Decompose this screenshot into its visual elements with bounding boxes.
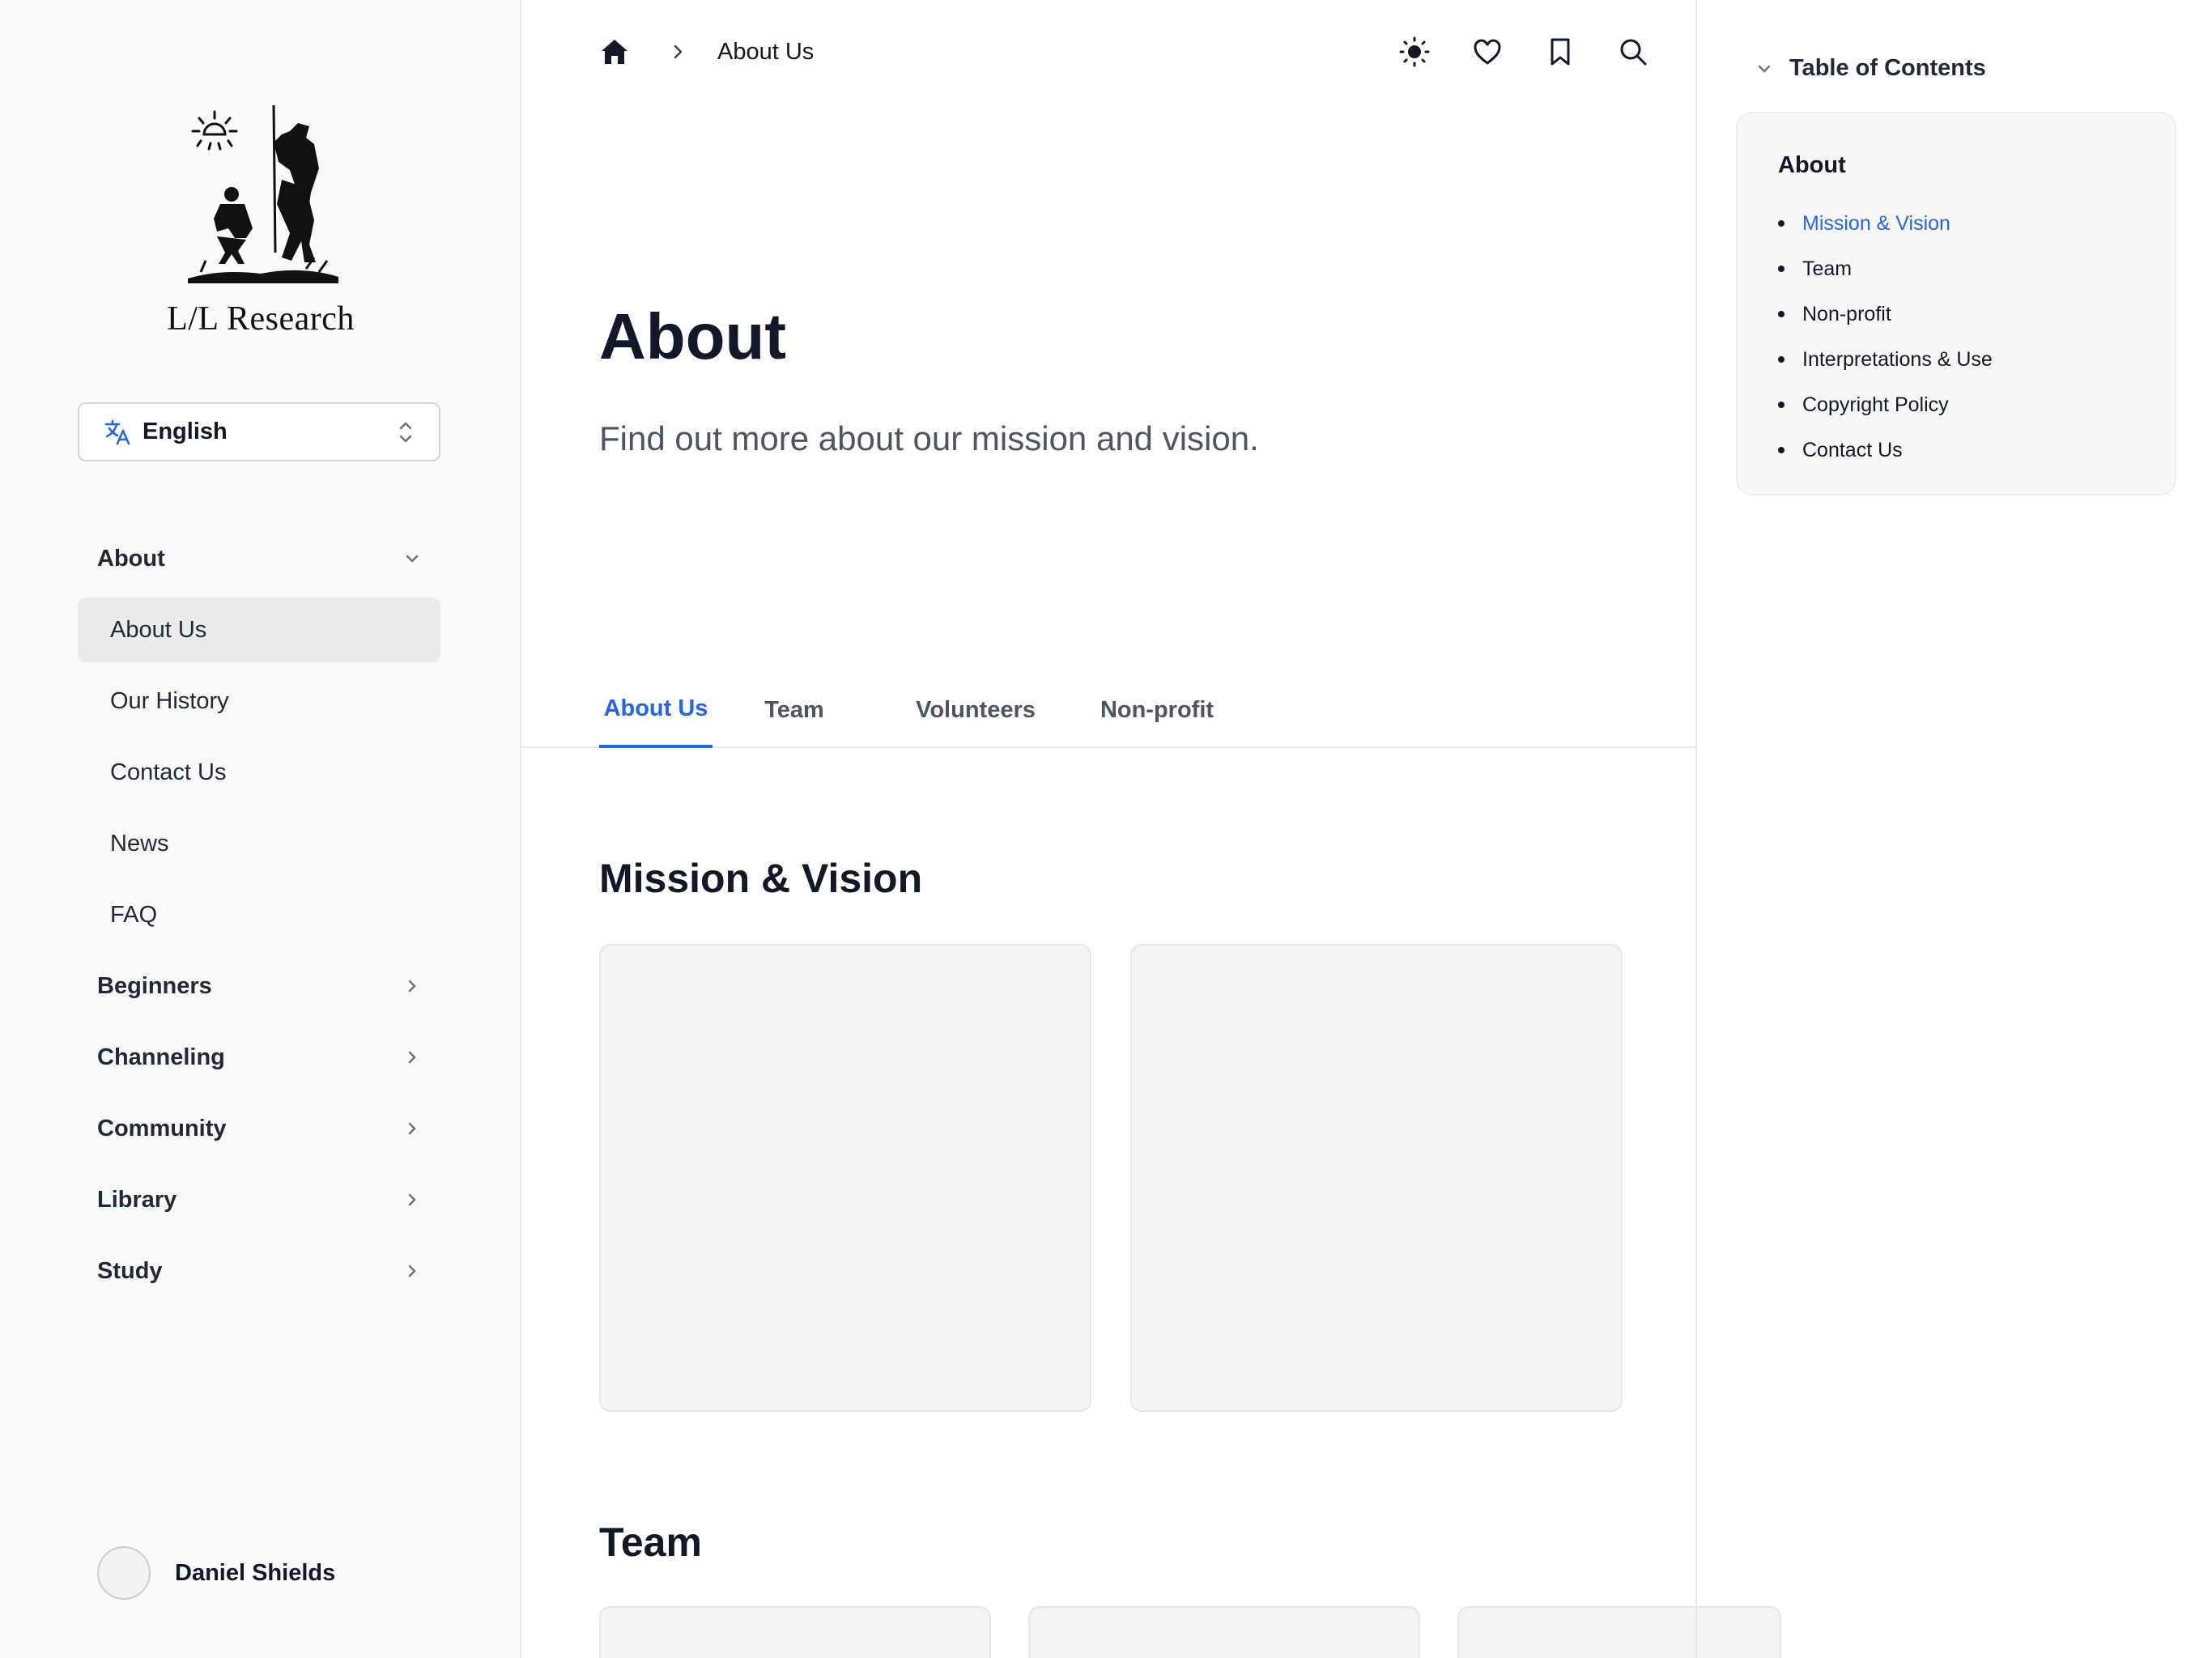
language-select[interactable]: English (78, 402, 440, 461)
sidebar-item-faq[interactable]: FAQ (78, 882, 440, 947)
sidebar-item-label: News (110, 830, 169, 857)
toc-item-team[interactable]: Team (1778, 246, 1993, 291)
sidebar-group-label: About (97, 545, 165, 572)
tab-bar: About Us Team Volunteers Non-profit (521, 672, 1695, 748)
sidebar-group-about[interactable]: About (78, 526, 440, 591)
card[interactable] (599, 944, 1091, 1412)
sidebar-item-label: Contact Us (110, 759, 227, 785)
tab-about-us[interactable]: About Us (599, 672, 713, 748)
toc-item-interpretations-use[interactable]: Interpretations & Use (1778, 337, 1993, 382)
sidebar-item-label: Our History (110, 687, 229, 714)
user-profile[interactable]: Daniel Shields (97, 1546, 335, 1600)
bullet (1778, 266, 1784, 272)
sidebar-group-label: Channeling (97, 1044, 225, 1070)
page-subtitle: Find out more about our mission and visi… (599, 419, 1259, 457)
sidebar-group-label: Study (97, 1257, 163, 1284)
user-name: Daniel Shields (175, 1559, 336, 1586)
bullet (1778, 356, 1784, 363)
sidebar-group-label: Community (97, 1115, 227, 1141)
tab-team[interactable]: Team (756, 672, 832, 748)
toc-item-label: Interpretations & Use (1802, 347, 1993, 371)
header-actions (1399, 36, 1652, 67)
toc-item-label: Team (1802, 257, 1853, 280)
app: L/L Research English About About Us Our … (0, 0, 2212, 1658)
sidebar-group-community[interactable]: Community (78, 1096, 440, 1161)
sidebar-item-label: About Us (110, 616, 207, 643)
chevron-right-icon (408, 1051, 416, 1064)
toc-item-copyright-policy[interactable]: Copyright Policy (1778, 382, 1993, 427)
sidebar-group-library[interactable]: Library (78, 1167, 440, 1232)
sidebar-item-label: FAQ (110, 901, 158, 928)
sidebar-group-label: Beginners (97, 972, 212, 999)
avatar[interactable] (97, 1546, 151, 1600)
toc-list: Mission & Vision Team Non-profit Interpr… (1778, 201, 1993, 473)
sidebar-group-beginners[interactable]: Beginners (78, 954, 440, 1018)
chevron-down-icon (1758, 65, 1771, 72)
bullet (1778, 402, 1784, 408)
sidebar-item-contact-us[interactable]: Contact Us (78, 740, 440, 805)
card[interactable] (599, 1606, 991, 1658)
toc-item-label: Contact Us (1802, 438, 1903, 461)
brand-name: L/L Research (167, 300, 355, 338)
toc-item-label: Mission & Vision (1802, 211, 1950, 235)
sidebar: L/L Research English About About Us Our … (0, 0, 521, 1658)
toc-toggle[interactable]: Table of Contents (1755, 55, 1986, 82)
toc-section-title: About (1778, 152, 1846, 178)
sidebar-nav: About About Us Our History Contact Us Ne… (78, 526, 440, 1310)
section-heading-team: Team (599, 1520, 702, 1565)
home-icon[interactable] (599, 36, 630, 67)
card[interactable] (1130, 944, 1623, 1412)
breadcrumb-current[interactable]: About Us (717, 39, 814, 66)
bookmark-icon[interactable] (1545, 36, 1576, 67)
table-of-contents: Table of Contents About Mission & Vision… (1695, 0, 2212, 1658)
search-icon[interactable] (1618, 36, 1648, 67)
bullet (1778, 447, 1784, 453)
chevron-right-icon (408, 1122, 416, 1135)
tab-non-profit[interactable]: Non-profit (1072, 672, 1242, 748)
bullet (1778, 311, 1784, 317)
toc-item-mission-vision[interactable]: Mission & Vision (1778, 201, 1993, 246)
toc-item-contact-us[interactable]: Contact Us (1778, 427, 1993, 473)
top-bar: About Us (599, 29, 1652, 74)
chevron-right-icon (408, 980, 416, 993)
sidebar-item-our-history[interactable]: Our History (78, 669, 440, 733)
toc-panel: About Mission & Vision Team Non-profit I… (1736, 112, 2176, 495)
heart-icon[interactable] (1472, 36, 1503, 67)
tab-volunteers[interactable]: Volunteers (891, 672, 1061, 748)
toc-item-non-profit[interactable]: Non-profit (1778, 291, 1993, 337)
don-quixote-logo[interactable] (185, 99, 338, 290)
page-title: About (599, 300, 787, 372)
chevron-right-icon (408, 1265, 416, 1278)
chevron-right-icon (674, 45, 683, 59)
section-heading-mission-vision: Mission & Vision (599, 856, 923, 901)
bullet (1778, 220, 1784, 227)
toc-item-label: Copyright Policy (1802, 393, 1949, 416)
toc-title: Table of Contents (1789, 55, 1986, 81)
chevron-down-icon (406, 555, 419, 563)
translate-icon (104, 419, 130, 444)
toc-item-label: Non-profit (1802, 302, 1891, 325)
sidebar-item-about-us[interactable]: About Us (78, 597, 440, 662)
card[interactable] (1028, 1606, 1420, 1658)
chevron-right-icon (408, 1193, 416, 1206)
main-content: About Us About Find out more about our m… (521, 0, 1781, 1658)
sidebar-group-label: Library (97, 1186, 177, 1213)
sun-icon[interactable] (1399, 36, 1430, 67)
language-value: English (143, 419, 228, 444)
chevron-up-down-icon (399, 422, 412, 442)
sidebar-group-channeling[interactable]: Channeling (78, 1025, 440, 1090)
sidebar-item-news[interactable]: News (78, 811, 440, 876)
sidebar-group-study[interactable]: Study (78, 1239, 440, 1303)
